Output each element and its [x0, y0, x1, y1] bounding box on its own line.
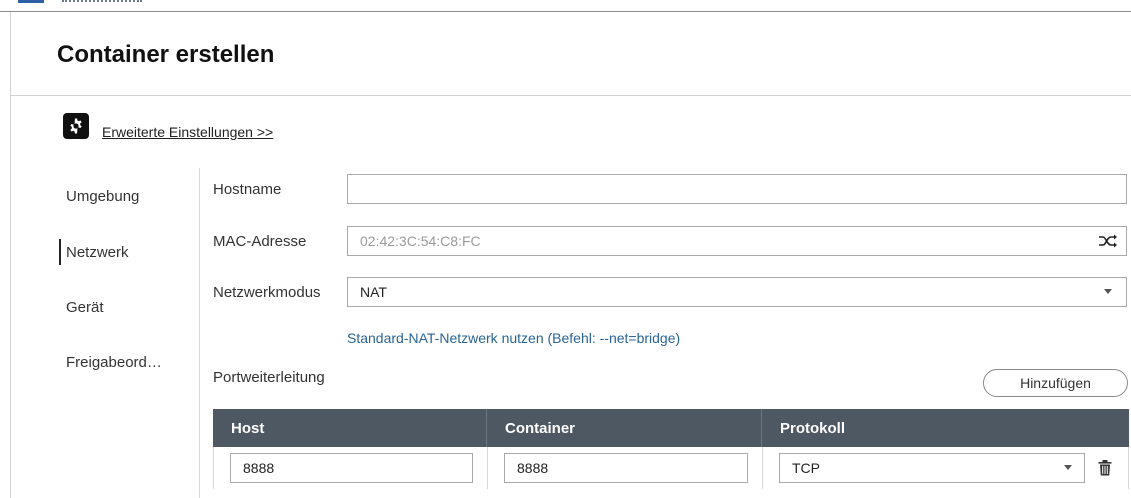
table-row: 8888 8888 TCP [213, 447, 1129, 489]
network-mode-value: NAT [360, 284, 387, 300]
mac-address-label: MAC-Adresse [213, 233, 307, 250]
mac-address-value: 02:42:3C:54:C8:FC [360, 233, 481, 249]
network-mode-select[interactable]: NAT [347, 277, 1127, 307]
network-mode-label: Netzwerkmodus [213, 284, 321, 301]
container-port-input[interactable]: 8888 [504, 453, 748, 483]
nav-divider [199, 168, 200, 498]
protocol-select[interactable]: TCP [779, 453, 1085, 483]
port-forwarding-table: Host Container Protokoll 8888 8888 TCP [213, 409, 1129, 489]
window-title-remnant [62, 0, 142, 6]
container-cell: 8888 [488, 447, 763, 489]
advanced-settings-link[interactable]: Erweiterte Einstellungen >> [102, 124, 273, 140]
protocol-cell: TCP [763, 447, 1128, 489]
top-strip [0, 0, 1131, 12]
dialog-left-border [10, 96, 11, 498]
advanced-settings[interactable]: Erweiterte Einstellungen >> [63, 113, 273, 140]
mac-address-field[interactable]: 02:42:3C:54:C8:FC [347, 226, 1127, 256]
protocol-value: TCP [792, 460, 820, 476]
sidebar-item-geraet[interactable]: Gerät [66, 299, 104, 316]
column-header-protocol: Protokoll [780, 419, 846, 437]
page-title: Container erstellen [57, 41, 275, 68]
window-accent [18, 0, 44, 3]
sidebar-item-freigabeordner[interactable]: Freigabeord… [66, 354, 162, 371]
hostname-input[interactable] [347, 174, 1127, 204]
trash-icon[interactable] [1098, 460, 1112, 481]
add-port-button[interactable]: Hinzufügen [983, 369, 1128, 397]
gear-icon[interactable] [63, 113, 89, 139]
port-forwarding-label: Portweiterleitung [213, 369, 325, 386]
table-header: Host Container Protokoll [213, 409, 1129, 447]
sidebar-item-netzwerk[interactable]: Netzwerk [66, 244, 129, 261]
chevron-down-icon [1064, 465, 1072, 470]
network-mode-hint: Standard-NAT-Netzwerk nutzen (Befehl: --… [347, 330, 681, 346]
sidebar-item-umgebung[interactable]: Umgebung [66, 188, 139, 205]
host-cell: 8888 [214, 447, 488, 489]
hostname-label: Hostname [213, 181, 282, 198]
column-header-container: Container [487, 409, 762, 447]
chevron-down-icon [1104, 289, 1112, 294]
dialog-header: Container erstellen [10, 12, 1131, 96]
host-port-input[interactable]: 8888 [230, 453, 473, 483]
nav-active-indicator [59, 239, 61, 265]
shuffle-icon[interactable] [1098, 233, 1118, 252]
column-header-host: Host [213, 409, 487, 447]
